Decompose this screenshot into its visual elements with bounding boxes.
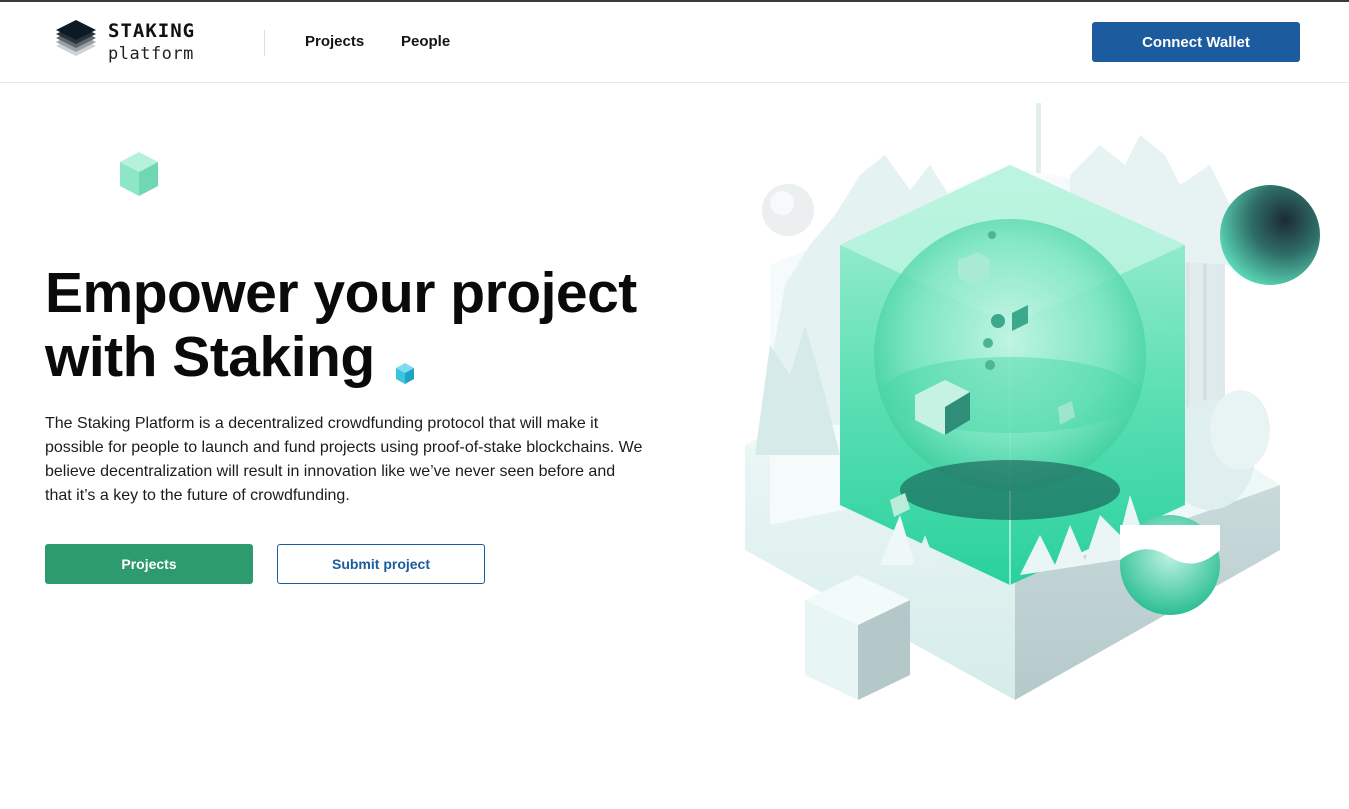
brand-logo[interactable]: STAKING platform (52, 16, 196, 70)
connect-wallet-button[interactable]: Connect Wallet (1092, 22, 1300, 62)
mint-cube-icon (120, 152, 158, 196)
brand-name-line1: STAKING (108, 20, 196, 42)
site-header: STAKING platform Projects People Connect… (0, 2, 1349, 83)
hero-description: The Staking Platform is a decentralized … (45, 415, 643, 504)
projects-button[interactable]: Projects (45, 544, 253, 584)
stacked-layers-logo-icon (56, 20, 96, 56)
brand-name-line2: platform (108, 44, 194, 64)
nav-divider (264, 30, 265, 56)
submit-project-button[interactable]: Submit project (277, 544, 485, 584)
cyan-cube-icon (396, 363, 414, 384)
nav-link-people[interactable]: People (401, 33, 450, 50)
hero-title: Empower your project with Staking (45, 261, 637, 389)
nav-link-projects[interactable]: Projects (305, 33, 364, 50)
isometric-crystal-cube-illustration (745, 103, 1320, 700)
